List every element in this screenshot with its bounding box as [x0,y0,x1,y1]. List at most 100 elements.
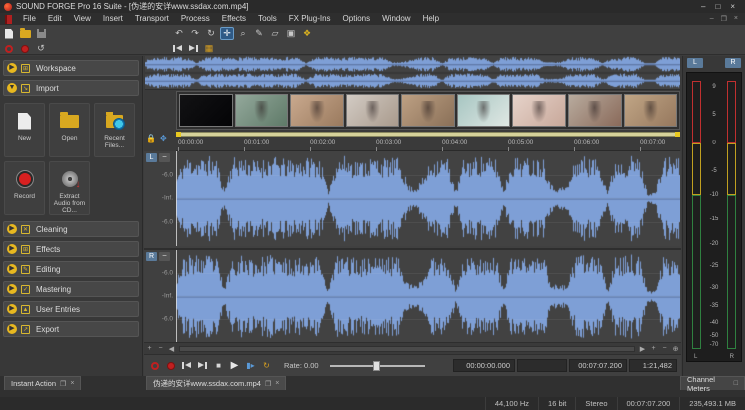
sidebar-section-cleaning[interactable]: ▶✕Cleaning [3,221,139,237]
zoom-out-button[interactable]: − [155,345,166,352]
document-tab[interactable]: 伪递的安详www.ssdax.com.mp4 ❐ × [146,376,286,390]
selection-end-display[interactable]: 00:07:07.200 [569,359,627,372]
meter-l-button[interactable]: L [687,58,703,68]
sidebar-section-import[interactable]: ▼↘Import [3,80,139,96]
chevron-down-icon[interactable]: ▼ [7,83,17,93]
menu-insert[interactable]: Insert [97,13,129,25]
sidebar-section-mastering[interactable]: ▶✓Mastering [3,281,139,297]
save-file-button[interactable] [34,27,48,40]
doc-close-button[interactable]: × [734,15,738,23]
close-button[interactable]: × [730,0,735,13]
chevron-right-icon[interactable]: ▶ [7,304,17,314]
left-channel-minimize-button[interactable]: − [159,153,170,162]
loop-end-marker[interactable] [675,132,680,137]
mixer-button[interactable]: ▦ [202,42,216,55]
selection-mid-display[interactable] [517,359,567,372]
event-tool-button[interactable]: ▣ [284,27,298,40]
right-channel-minimize-button[interactable]: − [159,252,170,261]
video-thumbnail-3[interactable] [290,94,344,127]
vzoom-out-button[interactable]: − [659,345,670,352]
envelope-tool-button[interactable]: ▱ [268,27,282,40]
zoom-in-button[interactable]: + [144,345,155,352]
chevron-right-icon[interactable]: ▶ [7,63,17,73]
sidebar-section-workspace[interactable]: ▶⊞Workspace [3,60,139,76]
loop-region-bar[interactable] [176,132,680,137]
edit-tool-button[interactable]: ✛ [220,27,234,40]
video-thumbnail-7[interactable] [512,94,566,127]
left-channel-button[interactable]: L [146,153,157,162]
channel-meters-tab[interactable]: Channel Meters □ [680,376,745,390]
overview-waveform[interactable] [145,56,680,90]
chevron-right-icon[interactable]: ▶ [7,224,17,234]
tool-open[interactable]: Open [49,103,90,157]
right-channel[interactable]: R − -6.0-Inf.-6.0 [144,248,681,343]
tool-recent-files[interactable]: Recent Files... [94,103,135,157]
doc-tab-restore-icon[interactable]: ❐ [265,380,271,388]
video-thumbnail-4[interactable] [346,94,400,127]
menu-edit[interactable]: Edit [42,13,68,25]
record-remote-button[interactable] [2,42,16,55]
rate-slider[interactable] [330,365,425,367]
pencil-tool-button[interactable]: ✎ [252,27,266,40]
stop-button[interactable]: ■ [212,359,225,372]
vzoom-in-button[interactable]: + [648,345,659,352]
selection-length-display[interactable]: 1:21,482 [629,359,677,372]
menu-view[interactable]: View [68,13,97,25]
menu-effects[interactable]: Effects [216,13,252,25]
menu-process[interactable]: Process [175,13,216,25]
menu-window[interactable]: Window [376,13,416,25]
menu-tools[interactable]: Tools [252,13,283,25]
new-file-button[interactable] [2,27,16,40]
video-thumbnail-9[interactable] [624,94,678,127]
skip-end-button[interactable] [186,42,200,55]
menu-fx-plug-ins[interactable]: FX Plug-Ins [283,13,337,25]
doc-tab-close-icon[interactable]: × [275,380,279,387]
zoom-tool-button[interactable]: ⊕ [670,345,681,353]
scroll-left-button[interactable]: ◀ [166,345,177,353]
menu-transport[interactable]: Transport [129,13,175,25]
loop-button[interactable]: ↺ [34,42,48,55]
meters-restore-icon[interactable]: □ [734,380,738,387]
video-thumbnail-6[interactable] [457,94,511,127]
go-to-start-button[interactable] [180,359,193,372]
lock-icon[interactable]: 🔒 [146,134,156,143]
minimize-button[interactable]: – [701,0,705,13]
instant-action-tab[interactable]: Instant Action ❐ × [4,376,81,390]
menu-file[interactable]: File [17,13,42,25]
chevron-right-icon[interactable]: ▶ [7,244,17,254]
video-thumbnail-1[interactable] [179,94,233,127]
maximize-button[interactable]: □ [715,0,720,13]
position-display[interactable]: 00:00:00.000 [453,359,515,372]
play-normal-button[interactable]: ▮▸ [244,359,257,372]
sidebar-section-effects[interactable]: ▶⊞Effects [3,241,139,257]
go-to-end-button[interactable] [196,359,209,372]
scroll-zoom-bar[interactable]: + − ◀ ▶ + − ⊕ [144,342,681,354]
sidebar-section-export[interactable]: ▶↗Export [3,321,139,337]
paint-tool-button[interactable]: ❖ [300,27,314,40]
record-button[interactable] [18,42,32,55]
scroll-right-button[interactable]: ▶ [637,345,648,353]
horizontal-scrollbar[interactable] [179,346,635,352]
magnify-tool-button[interactable]: ⌕ [236,27,250,40]
move-icon[interactable]: ✥ [160,134,167,143]
tool-extract-audio-from-cd[interactable]: Extract Audio from CD... [49,161,90,215]
video-thumbnail-8[interactable] [568,94,622,127]
chevron-right-icon[interactable]: ▶ [7,324,17,334]
menu-help[interactable]: Help [417,13,445,25]
skip-start-button[interactable] [170,42,184,55]
play-button[interactable]: ▶ [228,359,241,372]
record-button[interactable] [164,359,177,372]
meter-r-button[interactable]: R [725,58,741,68]
video-thumbnail-5[interactable] [401,94,455,127]
chevron-right-icon[interactable]: ▶ [7,284,17,294]
chevron-right-icon[interactable]: ▶ [7,264,17,274]
video-thumbnail-2[interactable] [235,94,289,127]
redo-button[interactable]: ↷ [188,27,202,40]
meter-display[interactable]: LR 950-5-10-15-20-25-30-35-40-50-70 [686,72,742,362]
loop-playback-button[interactable]: ↻ [260,359,273,372]
sidebar-section-editing[interactable]: ▶✎Editing [3,261,139,277]
record-remote-button[interactable] [148,359,161,372]
panel-close-icon[interactable]: × [70,380,74,387]
menu-options[interactable]: Options [337,13,377,25]
time-ruler[interactable]: 00:00:0000:01:0000:02:0000:03:0000:04:00… [176,138,680,151]
